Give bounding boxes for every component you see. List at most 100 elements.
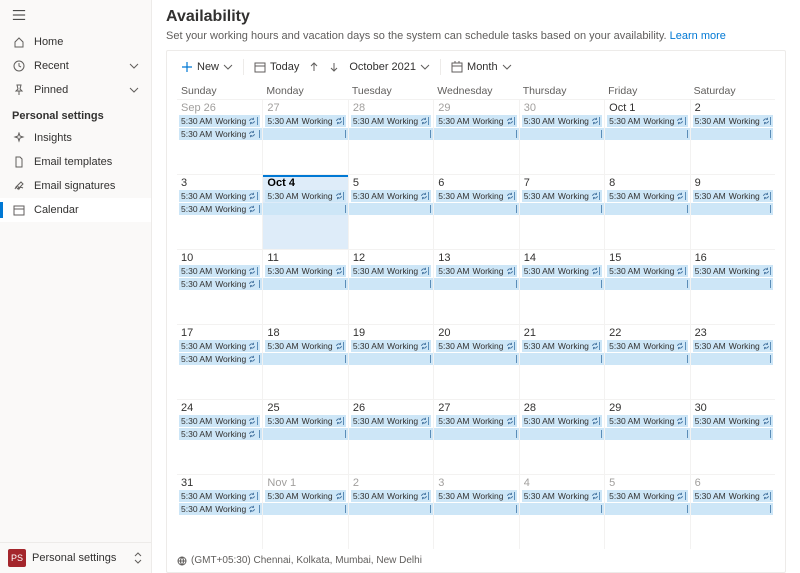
nav-email-templates[interactable]: Email templates bbox=[0, 150, 151, 174]
calendar-event[interactable]: 5:30 AMWorking bbox=[607, 190, 687, 202]
day-cell[interactable]: 85:30 AMWorking bbox=[604, 175, 689, 249]
day-cell[interactable]: 275:30 AMWorking bbox=[262, 100, 347, 174]
calendar-event[interactable]: 5:30 AMWorking bbox=[607, 415, 687, 427]
calendar-event[interactable]: 5:30 AMWorking bbox=[179, 415, 260, 427]
day-cell[interactable]: 125:30 AMWorking bbox=[348, 250, 433, 324]
calendar-event[interactable]: 5:30 AMWorking bbox=[522, 115, 602, 127]
day-cell[interactable]: 115:30 AMWorking bbox=[262, 250, 347, 324]
day-cell[interactable]: 195:30 AMWorking bbox=[348, 325, 433, 399]
calendar-event[interactable]: 5:30 AMWorking bbox=[436, 415, 516, 427]
calendar-event-continuation[interactable] bbox=[263, 128, 347, 140]
calendar-event[interactable]: 5:30 AMWorking bbox=[693, 265, 773, 277]
calendar-event-continuation[interactable] bbox=[520, 278, 604, 290]
calendar-event[interactable]: 5:30 AMWorking bbox=[436, 340, 516, 352]
calendar-event[interactable]: 5:30 AMWorking bbox=[179, 353, 262, 365]
day-cell[interactable]: 35:30 AMWorking5:30 AMWorking bbox=[177, 175, 262, 249]
day-cell[interactable]: 65:30 AMWorking bbox=[690, 475, 775, 549]
calendar-event-continuation[interactable] bbox=[520, 203, 604, 215]
calendar-event[interactable]: 5:30 AMWorking bbox=[179, 190, 260, 202]
footer[interactable]: PS Personal settings bbox=[0, 542, 151, 573]
day-cell[interactable]: 255:30 AMWorking bbox=[262, 400, 347, 474]
calendar-event[interactable]: 5:30 AMWorking bbox=[179, 115, 260, 127]
calendar-event-continuation[interactable] bbox=[349, 278, 433, 290]
calendar-event-continuation[interactable] bbox=[691, 353, 773, 365]
calendar-event-continuation[interactable] bbox=[434, 428, 518, 440]
day-cell[interactable]: 105:30 AMWorking5:30 AMWorking bbox=[177, 250, 262, 324]
day-cell[interactable]: 245:30 AMWorking5:30 AMWorking bbox=[177, 400, 262, 474]
calendar-event[interactable]: 5:30 AMWorking bbox=[179, 340, 260, 352]
calendar-event-continuation[interactable] bbox=[605, 128, 689, 140]
calendar-event[interactable]: 5:30 AMWorking bbox=[179, 265, 260, 277]
day-cell[interactable]: 135:30 AMWorking bbox=[433, 250, 518, 324]
day-cell[interactable]: 25:30 AMWorking bbox=[348, 475, 433, 549]
day-cell[interactable]: 265:30 AMWorking bbox=[348, 400, 433, 474]
calendar-event[interactable]: 5:30 AMWorking bbox=[693, 115, 773, 127]
calendar-event[interactable]: 5:30 AMWorking bbox=[607, 115, 687, 127]
calendar-event-continuation[interactable] bbox=[605, 428, 689, 440]
day-cell[interactable]: 145:30 AMWorking bbox=[519, 250, 604, 324]
day-cell[interactable]: 65:30 AMWorking bbox=[433, 175, 518, 249]
calendar-event-continuation[interactable] bbox=[349, 128, 433, 140]
day-cell[interactable]: 225:30 AMWorking bbox=[604, 325, 689, 399]
day-cell[interactable]: 305:30 AMWorking bbox=[519, 100, 604, 174]
calendar-event-continuation[interactable] bbox=[263, 428, 347, 440]
day-cell[interactable]: Oct 45:30 AMWorking bbox=[262, 175, 347, 249]
calendar-event[interactable]: 5:30 AMWorking bbox=[693, 190, 773, 202]
calendar-event[interactable]: 5:30 AMWorking bbox=[265, 265, 345, 277]
calendar-event[interactable]: 5:30 AMWorking bbox=[351, 415, 431, 427]
calendar-event[interactable]: 5:30 AMWorking bbox=[436, 190, 516, 202]
calendar-event[interactable]: 5:30 AMWorking bbox=[436, 265, 516, 277]
hamburger-button[interactable] bbox=[0, 0, 151, 30]
calendar-event[interactable]: 5:30 AMWorking bbox=[265, 340, 345, 352]
calendar-event-continuation[interactable] bbox=[520, 128, 604, 140]
calendar-event-continuation[interactable] bbox=[691, 503, 773, 515]
calendar-event[interactable]: 5:30 AMWorking bbox=[265, 415, 345, 427]
nav-home[interactable]: Home bbox=[0, 30, 151, 54]
day-cell[interactable]: 155:30 AMWorking bbox=[604, 250, 689, 324]
calendar-event-continuation[interactable] bbox=[263, 203, 347, 215]
day-cell[interactable]: 205:30 AMWorking bbox=[433, 325, 518, 399]
day-cell[interactable]: 165:30 AMWorking bbox=[690, 250, 775, 324]
month-picker[interactable]: October 2021 bbox=[349, 61, 430, 73]
next-button[interactable] bbox=[329, 61, 339, 73]
calendar-grid[interactable]: Sep 265:30 AMWorking5:30 AMWorking275:30… bbox=[177, 99, 775, 549]
calendar-event[interactable]: 5:30 AMWorking bbox=[522, 415, 602, 427]
day-cell[interactable]: 315:30 AMWorking5:30 AMWorking bbox=[177, 475, 262, 549]
calendar-event[interactable]: 5:30 AMWorking bbox=[179, 128, 262, 140]
calendar-event[interactable]: 5:30 AMWorking bbox=[351, 115, 431, 127]
nav-insights[interactable]: Insights bbox=[0, 126, 151, 150]
calendar-event-continuation[interactable] bbox=[349, 503, 433, 515]
calendar-event[interactable]: 5:30 AMWorking bbox=[351, 190, 431, 202]
calendar-event-continuation[interactable] bbox=[520, 428, 604, 440]
calendar-event-continuation[interactable] bbox=[605, 203, 689, 215]
calendar-event-continuation[interactable] bbox=[349, 203, 433, 215]
calendar-event-continuation[interactable] bbox=[349, 353, 433, 365]
day-cell[interactable]: 305:30 AMWorking bbox=[690, 400, 775, 474]
day-cell[interactable]: 45:30 AMWorking bbox=[519, 475, 604, 549]
calendar-event-continuation[interactable] bbox=[691, 128, 773, 140]
day-cell[interactable]: Nov 15:30 AMWorking bbox=[262, 475, 347, 549]
calendar-event-continuation[interactable] bbox=[691, 278, 773, 290]
day-cell[interactable]: Oct 15:30 AMWorking bbox=[604, 100, 689, 174]
calendar-event[interactable]: 5:30 AMWorking bbox=[522, 190, 602, 202]
prev-button[interactable] bbox=[309, 61, 319, 73]
day-cell[interactable]: Sep 265:30 AMWorking5:30 AMWorking bbox=[177, 100, 262, 174]
day-cell[interactable]: 35:30 AMWorking bbox=[433, 475, 518, 549]
day-cell[interactable]: 175:30 AMWorking5:30 AMWorking bbox=[177, 325, 262, 399]
calendar-event-continuation[interactable] bbox=[263, 278, 347, 290]
day-cell[interactable]: 75:30 AMWorking bbox=[519, 175, 604, 249]
calendar-event-continuation[interactable] bbox=[691, 428, 773, 440]
calendar-event-continuation[interactable] bbox=[434, 278, 518, 290]
day-cell[interactable]: 215:30 AMWorking bbox=[519, 325, 604, 399]
calendar-event-continuation[interactable] bbox=[263, 353, 347, 365]
calendar-event[interactable]: 5:30 AMWorking bbox=[351, 340, 431, 352]
nav-pinned[interactable]: Pinned bbox=[0, 78, 151, 102]
calendar-event[interactable]: 5:30 AMWorking bbox=[522, 265, 602, 277]
calendar-event-continuation[interactable] bbox=[434, 128, 518, 140]
nav-recent[interactable]: Recent bbox=[0, 54, 151, 78]
calendar-event-continuation[interactable] bbox=[434, 353, 518, 365]
day-cell[interactable]: 275:30 AMWorking bbox=[433, 400, 518, 474]
day-cell[interactable]: 295:30 AMWorking bbox=[433, 100, 518, 174]
calendar-event-continuation[interactable] bbox=[605, 278, 689, 290]
new-button[interactable]: New bbox=[181, 61, 233, 73]
